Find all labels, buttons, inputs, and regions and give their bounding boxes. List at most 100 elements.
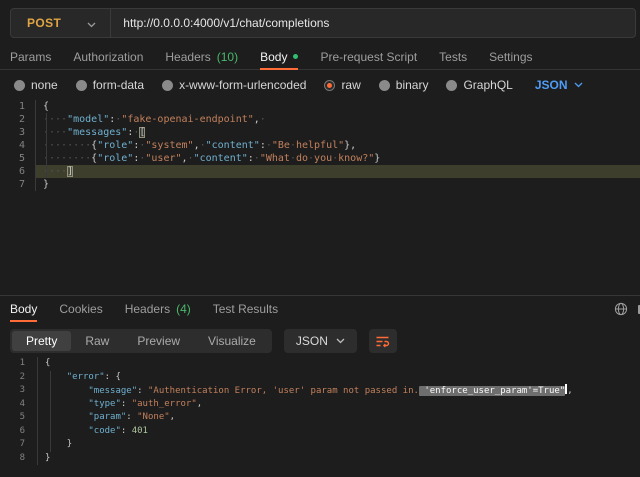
code-line-3[interactable]: 3····"messages":·[ [0,126,640,139]
code-line-3[interactable]: 3 "message": "Authentication Error, 'use… [0,384,640,398]
response-body-editor[interactable]: 1{2 "error": {3 "message": "Authenticati… [0,357,640,477]
code-line-4[interactable]: 4 "type": "auth_error", [0,398,640,412]
tab-body[interactable]: Body [260,44,298,69]
headers-count: (4) [176,302,191,316]
code-line-2[interactable]: 2 "error": { [0,371,640,385]
code-line-1[interactable]: 1{ [0,357,640,371]
code-line-7[interactable]: 7 } [0,438,640,452]
response-tab-cookies[interactable]: Cookies [59,296,102,321]
radio-graphql[interactable]: GraphQL [446,78,512,92]
url-input[interactable]: http://0.0.0.0:4000/v1/chat/completions [111,16,329,30]
line-number: 2 [0,371,38,385]
tab-label: Authorization [73,50,143,64]
tab-settings[interactable]: Settings [489,44,532,69]
code-line-5[interactable]: 5 "param": "None", [0,411,640,425]
code-token: , [567,386,572,396]
view-visualize-button[interactable]: Visualize [194,331,270,351]
radio-raw[interactable]: raw [324,78,360,92]
tab-label: Tests [439,50,467,64]
request-body-editor[interactable]: 1{2····"model":·"fake-openai-endpoint",·… [0,100,640,296]
method-selector[interactable]: POST [11,16,61,30]
response-language-selector[interactable]: JSON [284,329,357,353]
code-token: "system" [145,140,193,151]
line-number: 4 [0,139,36,152]
radio-none[interactable]: none [14,78,58,92]
code-token [45,426,88,436]
code-token: do [296,153,308,164]
code-token: ········ [43,140,91,151]
code-token: ] [67,166,73,177]
response-tab-headers[interactable]: Headers (4) [125,296,191,321]
tab-label: Headers [125,302,170,316]
code-text: "param": "None", [38,411,640,425]
chevron-down-icon [574,82,583,88]
line-number: 7 [0,178,36,191]
radio-x-www-form-urlencoded[interactable]: x-www-form-urlencoded [162,78,306,92]
tab-authorization[interactable]: Authorization [73,44,143,69]
code-line-4[interactable]: 4········{"role":·"system",·"content":·"… [0,139,640,152]
view-raw-button[interactable]: Raw [71,331,123,351]
code-line-2[interactable]: 2····"model":·"fake-openai-endpoint",· [0,113,640,126]
code-token [45,399,88,409]
code-line-5[interactable]: 5········{"role":·"user",·"content":·"Wh… [0,152,640,165]
code-line-6[interactable]: 6····] [0,165,640,178]
radio-selected-icon [324,80,335,91]
code-token: , [197,399,202,409]
code-token: "type" [88,399,121,409]
code-token: 401 [132,426,148,436]
code-token: }, [344,140,356,151]
view-pretty-button[interactable]: Pretty [12,331,71,351]
code-token: , [170,412,175,422]
request-language-selector[interactable]: JSON [535,78,583,92]
code-token: "role" [97,153,133,164]
tab-params[interactable]: Params [10,44,51,69]
code-text: { [38,357,640,371]
code-token: { [45,358,50,368]
code-token: "user" [145,153,181,164]
radio-label: x-www-form-urlencoded [179,78,306,92]
code-text: ····"messages":·[ [36,126,640,139]
code-line-6[interactable]: 6 "code": 401 [0,425,640,439]
response-tab-test-results[interactable]: Test Results [213,296,278,321]
tab-tests[interactable]: Tests [439,44,467,69]
radio-icon [14,80,25,91]
modified-dot-icon [293,54,298,59]
code-text: "type": "auth_error", [38,398,640,412]
view-preview-button[interactable]: Preview [123,331,194,351]
code-token: "error" [67,372,105,382]
tab-headers[interactable]: Headers(10) [165,44,238,69]
radio-binary[interactable]: binary [379,78,429,92]
code-token: "What [260,153,290,164]
request-tabs: Params Authorization Headers(10) Body Pr… [0,44,640,70]
line-number: 6 [0,425,38,439]
response-tab-body[interactable]: Body [10,296,37,321]
code-line-7[interactable]: 7} [0,178,640,191]
radio-label: binary [396,78,429,92]
tab-label: Test Results [213,302,278,316]
code-text: } [38,452,640,466]
code-line-8[interactable]: 8} [0,452,640,466]
radio-form-data[interactable]: form-data [76,78,144,92]
code-token: "message" [88,386,137,396]
radio-icon [76,80,87,91]
chevron-down-icon[interactable] [87,15,96,33]
view-mode-group: Pretty Raw Preview Visualize [10,329,272,353]
tab-label: Cookies [59,302,102,316]
code-token: know?" [338,153,374,164]
code-token: "role" [97,140,133,151]
globe-icon[interactable] [614,302,628,316]
tab-label: Pre-request Script [320,50,417,64]
chevron-down-icon [336,338,345,344]
request-url-bar: POST http://0.0.0.0:4000/v1/chat/complet… [10,8,636,38]
radio-label: form-data [93,78,144,92]
code-text: "error": { [38,371,640,385]
code-token: "content" [206,140,260,151]
wrap-text-button[interactable] [369,329,397,353]
tab-label: Params [10,50,51,64]
radio-label: GraphQL [463,78,512,92]
code-token: "Be [272,140,290,151]
code-line-1[interactable]: 1{ [0,100,640,113]
code-token: "Authentication Error, 'user' param not … [148,386,419,396]
headers-count: (10) [217,50,238,64]
tab-pre-request-script[interactable]: Pre-request Script [320,44,417,69]
